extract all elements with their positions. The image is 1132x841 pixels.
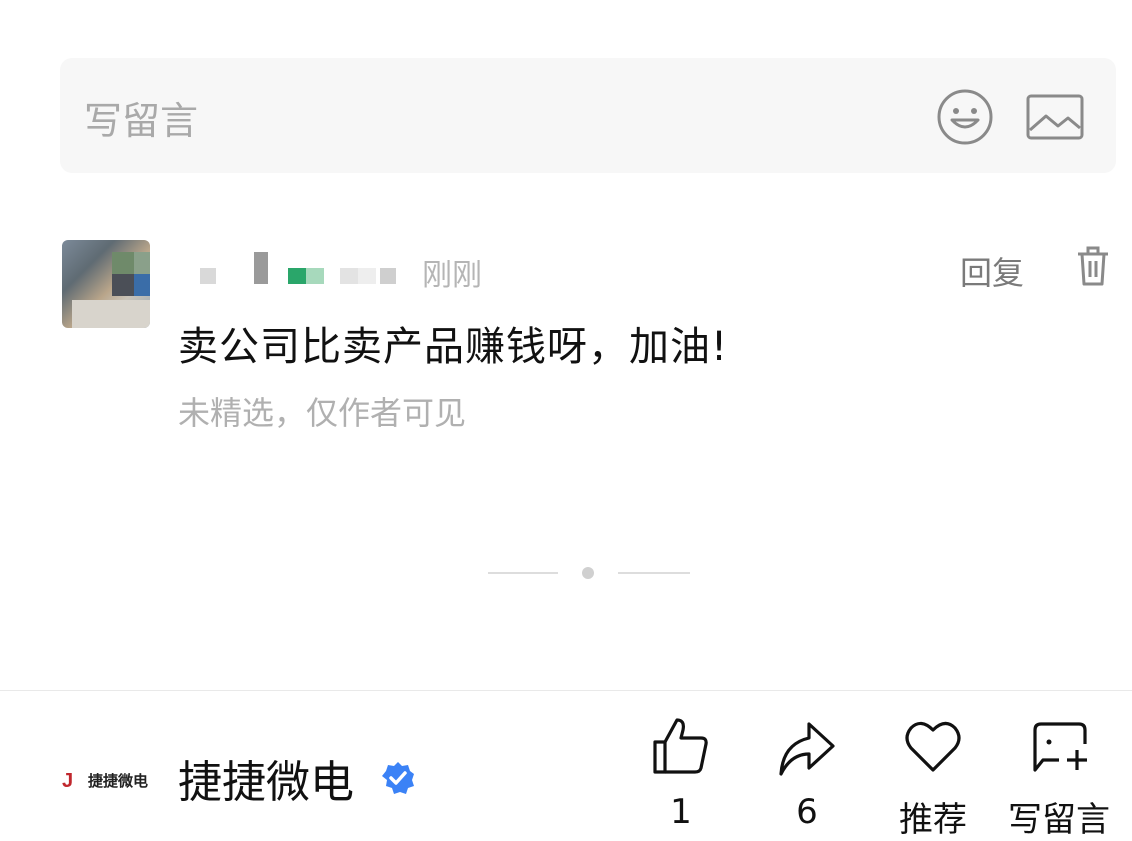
recommend-button[interactable]: 推荐 [878, 716, 988, 840]
commenter-nickname-pixelated[interactable] [180, 250, 420, 290]
comment-text: 卖公司比卖产品赚钱呀，加油! [178, 324, 729, 370]
thumbs-up-icon[interactable] [651, 716, 711, 776]
comment-input-placeholder[interactable]: 写留言 [84, 90, 198, 145]
like-count: 1 [670, 792, 692, 832]
comment-time: 刚刚 [422, 258, 482, 293]
avatar[interactable] [62, 240, 150, 328]
like-button[interactable]: 1 [626, 716, 736, 835]
account-name[interactable]: 捷捷微电 [178, 746, 354, 810]
comment-input-box[interactable]: 写留言 [60, 58, 1116, 173]
verified-badge-icon [382, 762, 414, 794]
write-comment-icon[interactable] [1029, 716, 1089, 776]
share-button[interactable]: 6 [752, 716, 862, 835]
comment-item: 刚刚 回复 卖公司比卖产品赚钱呀，加油! 未精选，仅作者可见 [62, 240, 1122, 440]
page-dot [582, 567, 594, 579]
trash-icon[interactable] [1076, 244, 1110, 288]
heart-icon[interactable] [903, 716, 963, 776]
account-logo[interactable]: J 捷捷微电 [62, 768, 152, 792]
share-arrow-icon[interactable] [777, 716, 837, 776]
share-count: 6 [796, 792, 818, 832]
write-comment-label: 写留言 [1008, 800, 1110, 840]
reply-button[interactable]: 回复 [960, 248, 1024, 294]
smile-icon[interactable] [936, 88, 994, 146]
logo-mark: J [62, 770, 74, 792]
logo-text: 捷捷微电 [88, 772, 149, 790]
comment-visibility-note: 未精选，仅作者可见 [178, 394, 467, 432]
page-indicator [488, 566, 690, 580]
recommend-label: 推荐 [899, 800, 967, 840]
divider [0, 690, 1132, 691]
write-comment-button[interactable]: 写留言 [1004, 716, 1114, 840]
image-icon[interactable] [1026, 94, 1084, 140]
